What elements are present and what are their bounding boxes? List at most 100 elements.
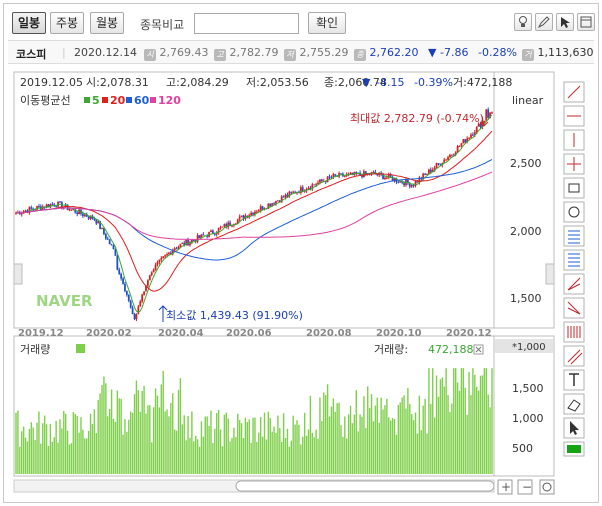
volume-bar [311, 432, 314, 474]
volume-bar [162, 370, 164, 474]
volume-bar [137, 390, 140, 474]
volume-item: 거 1,113,630 [522, 46, 593, 61]
min-annotation: 최소값 1,439.43 (91.90%) [166, 309, 303, 322]
volume-bar [458, 390, 461, 474]
volume-bar [42, 423, 44, 474]
volume-bar [271, 431, 273, 474]
volume-bar [353, 414, 356, 474]
y-tick: 2,500 [510, 157, 542, 170]
candle-body [414, 181, 417, 186]
volume-bar [462, 368, 465, 474]
volume-bar [179, 378, 182, 474]
tab-daily[interactable]: 일봉 [12, 12, 46, 34]
right-collapse-handle[interactable] [545, 263, 555, 285]
volume-bar [286, 428, 289, 474]
volume-bar [303, 412, 306, 474]
volume-bar [399, 402, 401, 474]
compare-input[interactable] [194, 13, 299, 34]
y-tick: 2,000 [510, 225, 542, 238]
candle-body [210, 230, 212, 232]
ma120-label: 120 [158, 94, 181, 107]
volume-bar [409, 403, 411, 474]
volume-bar [349, 405, 352, 474]
volume-bar [151, 442, 153, 474]
toolbar: 일봉 주봉 월봉 종목비교 확인 [4, 4, 598, 40]
volume-bar [208, 425, 210, 474]
volume-bar [391, 418, 394, 474]
volume-bar [45, 424, 48, 474]
volume-bar [428, 368, 430, 474]
volume-bar [219, 429, 222, 474]
volume-bar [122, 434, 124, 474]
volume-bar [449, 411, 451, 474]
vol-y-tick: 500 [512, 442, 533, 455]
window-icon[interactable] [577, 13, 595, 31]
left-collapse-handle[interactable] [13, 263, 23, 285]
volume-bar [464, 387, 466, 474]
volume-bar [456, 382, 459, 474]
volume-bar [196, 439, 199, 474]
volume-bar [66, 430, 69, 474]
separator: | [62, 46, 66, 59]
volume-bar [340, 425, 342, 474]
candle-body [148, 275, 151, 281]
volume-bar [338, 402, 340, 474]
info-high: 고:2,084.29 [166, 76, 229, 89]
scroll-thumb[interactable] [235, 480, 495, 492]
candle-body [326, 176, 329, 183]
volume-bar [229, 441, 231, 474]
reset-button[interactable] [539, 479, 555, 495]
candle-body [313, 184, 316, 186]
candle-body [450, 154, 453, 156]
cursor-icon[interactable] [556, 13, 574, 31]
volume-bar [282, 413, 285, 474]
drawing-tools [563, 81, 585, 457]
volume-bar [47, 445, 50, 474]
volume-bar [32, 427, 34, 474]
candle-body [156, 262, 159, 265]
ma20-swatch [102, 97, 108, 103]
tool-fib-fan[interactable] [563, 249, 585, 271]
info-open: 시:2,078.31 [86, 76, 149, 89]
volume-bar [233, 427, 235, 474]
volume-bar [307, 429, 310, 474]
lightbulb-icon[interactable] [514, 13, 532, 31]
candle-body [173, 248, 176, 251]
candle-body [154, 264, 157, 270]
volume-bar [97, 399, 99, 474]
candle-body [68, 209, 71, 211]
volume-bar [177, 389, 180, 474]
volume-bar [426, 433, 428, 474]
pencil-icon[interactable] [535, 13, 553, 31]
info-change-percent: -0.39% [414, 76, 453, 89]
change-value: -7.86 [440, 46, 469, 59]
tab-weekly[interactable]: 주봉 [50, 12, 84, 34]
index-name: 코스피 [16, 48, 47, 61]
candle-body [124, 283, 126, 292]
volume-bar [187, 415, 189, 474]
volume-bar [487, 394, 489, 474]
scale-label[interactable]: linear [512, 94, 544, 107]
candle-body [147, 280, 149, 286]
tab-monthly[interactable]: 월봉 [90, 12, 124, 34]
price-chart[interactable]: 2019.12.05 시:2,078.31 고:2,084.29 저:2,053… [4, 66, 600, 504]
volume-bar [430, 404, 432, 474]
candle-body [276, 200, 279, 202]
tool-rectangle[interactable] [563, 177, 585, 199]
candle-body [76, 212, 79, 215]
volume-bar [321, 421, 323, 474]
volume-bar [78, 432, 80, 474]
candle-body [462, 139, 465, 144]
confirm-button[interactable]: 확인 [308, 12, 346, 34]
volume-bar [91, 424, 94, 474]
candle-body [385, 177, 388, 179]
tool-circle[interactable] [563, 201, 585, 223]
volume-bar [141, 391, 143, 474]
volume-bar [269, 418, 271, 474]
volume-bar [120, 398, 122, 474]
candle-body [460, 143, 463, 147]
candle-body [160, 257, 163, 260]
info-low: 저:2,053.56 [246, 76, 309, 89]
ma60-swatch [126, 97, 132, 103]
volume-bar [168, 416, 170, 474]
